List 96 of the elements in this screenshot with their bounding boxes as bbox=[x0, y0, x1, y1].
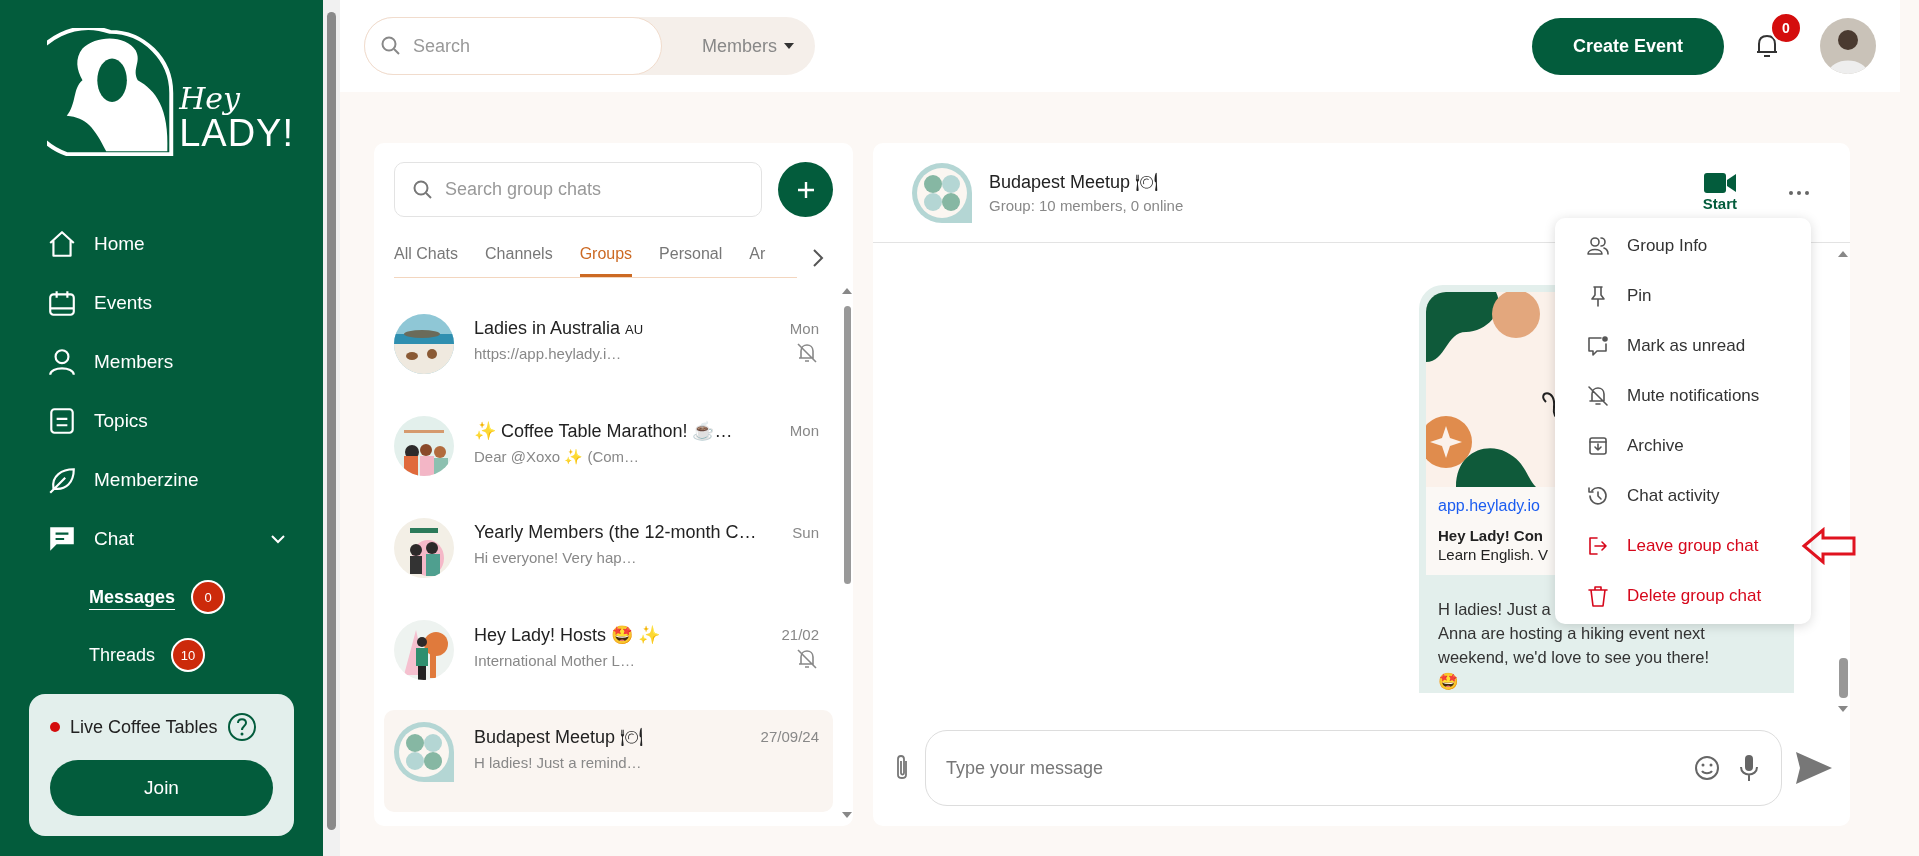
person-icon bbox=[47, 346, 77, 377]
archive-icon bbox=[1586, 434, 1610, 458]
caret-icon bbox=[783, 42, 795, 50]
emoji-icon[interactable] bbox=[1693, 753, 1721, 783]
search-field[interactable]: Search bbox=[411, 34, 615, 58]
chat-row[interactable]: ✨ Coffee Table Marathon! ☕… Dear @Xoxo ✨ (Com… Mon bbox=[384, 404, 833, 506]
nav-link[interactable]: Messages bbox=[89, 586, 176, 608]
chat-preview: H ladies! Just a remind… bbox=[474, 754, 643, 771]
chat-row[interactable]: Ladies in Australia AU https://app.heylady.i… Mon bbox=[384, 302, 833, 404]
scrollbar-thumb[interactable] bbox=[843, 306, 851, 584]
logo-text: Hey bbox=[179, 84, 242, 114]
tab[interactable]: Personal bbox=[659, 237, 723, 277]
bell-off-icon bbox=[1586, 384, 1610, 408]
nav-link[interactable]: Threads bbox=[89, 644, 156, 666]
scroll-down-icon[interactable] bbox=[1838, 706, 1848, 712]
notification-badge: 0 bbox=[1770, 12, 1802, 44]
nav-link[interactable]: Topics bbox=[94, 409, 148, 432]
chat-preview: International Mother L… bbox=[474, 652, 636, 669]
scrollbar[interactable] bbox=[323, 0, 340, 856]
chat-title: Budapest Meetup 🍽 bbox=[989, 171, 1160, 193]
circles-avatar-icon bbox=[912, 162, 972, 223]
search-icon bbox=[413, 179, 433, 200]
tab[interactable]: Ar bbox=[749, 237, 766, 277]
exit-icon bbox=[1586, 534, 1610, 558]
link-description: Learn English. V bbox=[1438, 546, 1549, 563]
history-icon bbox=[1586, 484, 1610, 508]
chevron-right-icon[interactable] bbox=[811, 247, 825, 268]
logo-text: LADY! bbox=[179, 114, 294, 152]
chat-preview: Hi everyone! Very hap… bbox=[474, 549, 638, 566]
unread-message-icon bbox=[1586, 334, 1610, 358]
create-event-button[interactable]: Create Event bbox=[1532, 17, 1724, 75]
link-title: Hey Lady! Con bbox=[1438, 527, 1543, 544]
menu-item[interactable]: Group Info bbox=[1555, 221, 1708, 271]
chat-time: 27/09/24 bbox=[760, 728, 819, 745]
avatar-icon[interactable] bbox=[1820, 18, 1876, 74]
count-badge: 0 bbox=[191, 580, 226, 614]
message-text: weekend, we'd love to see you there! bbox=[1438, 647, 1709, 668]
menu-item[interactable]: Mute notifications bbox=[1555, 371, 1760, 421]
menu-item[interactable]: Mark as unread bbox=[1555, 321, 1746, 371]
message-text: 🤩 bbox=[1438, 671, 1459, 692]
message-text: H ladies! Just a bbox=[1438, 599, 1551, 620]
more-icon[interactable] bbox=[1788, 189, 1810, 196]
chat-preview: https://app.heylady.i… bbox=[474, 345, 623, 362]
circles-avatar-icon bbox=[394, 722, 454, 782]
search-box[interactable]: Search group chats bbox=[394, 162, 762, 217]
scroll-up-icon[interactable] bbox=[842, 288, 852, 294]
document-icon bbox=[47, 405, 77, 436]
search-icon bbox=[381, 36, 401, 56]
send-icon[interactable] bbox=[1796, 752, 1832, 784]
chat-name: Hey Lady! Hosts 🤩 ✨ bbox=[474, 624, 662, 646]
chat-row[interactable]: Hey Lady! Hosts 🤩 ✨ International Mother L… 21/02 bbox=[384, 608, 833, 710]
chat-row[interactable]: Budapest Meetup 🍽 H ladies! Just a remind… 27/09/24 bbox=[384, 710, 833, 812]
nav-link[interactable]: Events bbox=[94, 291, 153, 314]
tab[interactable]: Groups bbox=[579, 237, 633, 277]
people-icon bbox=[1586, 234, 1610, 258]
home-icon bbox=[47, 228, 77, 259]
menu-item[interactable]: Delete group chat bbox=[1555, 571, 1762, 621]
join-button[interactable]: Join bbox=[50, 760, 273, 816]
nav-link[interactable]: Memberzine bbox=[94, 468, 199, 491]
chat-name: Yearly Members (the 12-month C… bbox=[474, 522, 758, 543]
scroll-down-icon[interactable] bbox=[842, 812, 852, 818]
nav-link[interactable]: Chat bbox=[94, 527, 135, 550]
chat-time: Sun bbox=[792, 524, 819, 541]
chat-time: Mon bbox=[789, 320, 819, 337]
add-button[interactable] bbox=[778, 162, 833, 217]
live-dot-icon bbox=[50, 722, 60, 732]
plus-icon bbox=[795, 179, 816, 200]
video-call-button[interactable]: Start bbox=[1702, 173, 1737, 212]
chat-name: Budapest Meetup 🍽 bbox=[474, 726, 645, 748]
count-badge: 10 bbox=[171, 638, 206, 672]
scrollbar-thumb[interactable] bbox=[327, 12, 336, 830]
scrollbar-thumb[interactable] bbox=[1838, 658, 1848, 698]
link[interactable]: app.heylady.io bbox=[1438, 497, 1540, 515]
chat-subtitle: Group: 10 members, 0 online bbox=[989, 197, 1184, 214]
message-box[interactable]: Type your message bbox=[925, 730, 1782, 806]
search-box[interactable]: Search bbox=[364, 17, 662, 75]
help-icon[interactable] bbox=[227, 712, 258, 742]
scroll-up-icon[interactable] bbox=[1838, 251, 1848, 257]
chat-name: ✨ Coffee Table Marathon! ☕… bbox=[474, 420, 734, 442]
bell-icon[interactable] bbox=[1754, 32, 1780, 60]
chat-row[interactable]: Yearly Members (the 12-month C… Hi everyone! Very hap… Sun bbox=[384, 506, 833, 608]
message-text: Anna are hosting a hiking event next bbox=[1438, 623, 1705, 644]
nav-link[interactable]: Members bbox=[94, 350, 174, 373]
menu-item[interactable]: Chat activity bbox=[1555, 471, 1720, 521]
tab[interactable]: All Chats bbox=[394, 237, 459, 277]
chat-time: 21/02 bbox=[781, 626, 819, 643]
chat-name: Ladies in Australia AU bbox=[474, 318, 645, 339]
chat-preview: Dear @Xoxo ✨ (Com… bbox=[474, 448, 641, 466]
nav-link[interactable]: Home bbox=[94, 232, 145, 255]
menu-item[interactable]: Pin bbox=[1555, 271, 1652, 321]
chat-time: Mon bbox=[789, 422, 819, 439]
live-label: Live Coffee Tables bbox=[70, 716, 218, 738]
menu-item[interactable]: Leave group chat bbox=[1555, 521, 1759, 571]
menu-item[interactable]: Archive bbox=[1555, 421, 1684, 471]
trash-icon bbox=[1586, 584, 1610, 608]
tab[interactable]: Channels bbox=[485, 237, 553, 277]
